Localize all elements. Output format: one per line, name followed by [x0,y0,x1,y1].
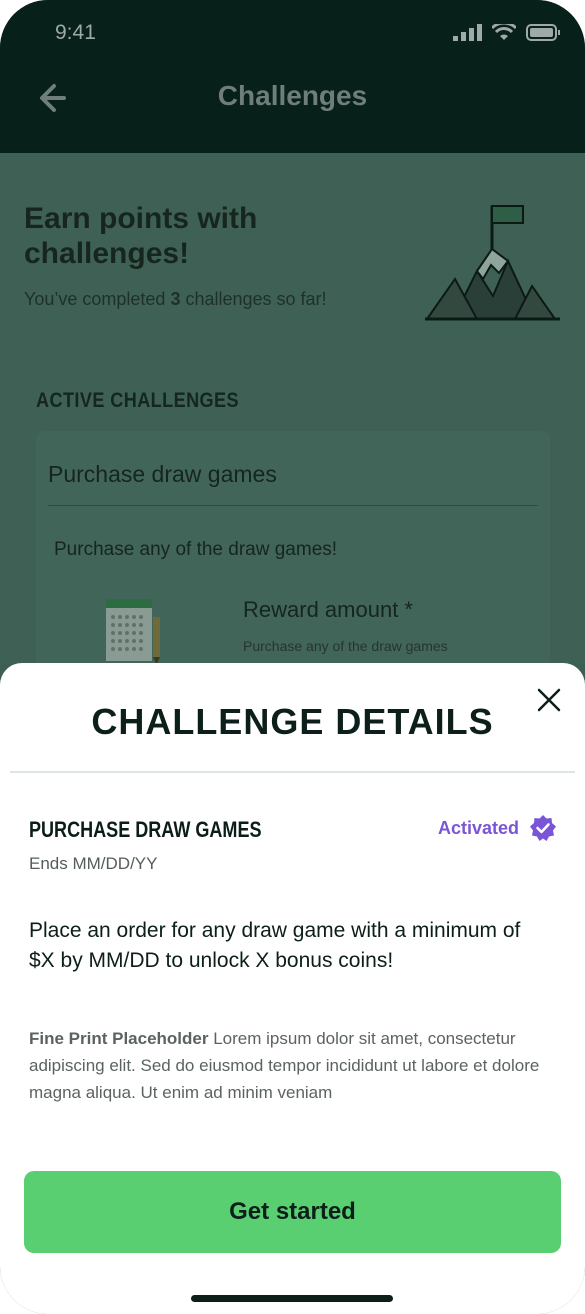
challenge-card-title: Purchase draw games [48,461,277,487]
fine-print-label: Fine Print Placeholder [29,1029,209,1048]
completed-count: 3 [170,289,181,309]
verified-badge-icon [530,815,556,841]
activated-status-label: Activated [437,817,519,838]
card-divider [48,505,538,506]
fine-print: Fine Print Placeholder Lorem ipsum dolor… [29,1025,554,1106]
challenge-card-description: Purchase any of the draw games! [54,539,338,560]
reward-amount-label: Reward amount * [243,597,413,622]
battery-icon [526,24,560,41]
completed-prefix: You’ve completed [24,289,171,309]
challenge-description: Place an order for any draw game with a … [29,919,521,972]
completed-suffix: challenges so far! [180,289,327,309]
status-time: 9:41 [55,21,96,44]
challenge-details-sheet: CHALLENGE DETAILS PURCHASE DRAW GAMES Ac… [0,663,585,1314]
completed-summary: You’ve completed 3 challenges so far! [24,289,327,310]
signal-icon [453,24,482,41]
page-title: Challenges [217,80,368,111]
sheet-title: CHALLENGE DETAILS [91,701,494,742]
draw-ticket-icon [106,599,160,665]
phone-screen: 9:41 Challenges Earn points with challen… [0,0,585,1314]
active-challenges-label: ACTIVE CHALLENGES [36,389,239,412]
sheet-divider [10,771,575,773]
challenge-end-date: Ends MM/DD/YY [29,854,158,873]
get-started-button[interactable]: Get started [24,1171,561,1253]
status-icons [453,24,561,41]
challenge-card[interactable]: Purchase draw games Purchase any of the … [36,431,550,691]
top-app-bar: 9:41 Challenges [0,0,585,153]
challenges-content: Earn points with challenges! You’ve comp… [0,153,585,691]
challenge-name: PURCHASE DRAW GAMES [29,817,262,842]
wifi-icon [492,24,516,40]
reward-amount-description: Purchase any of the draw games [243,638,448,654]
mountain-flag-illustration [425,205,560,321]
home-indicator[interactable] [191,1295,393,1302]
activated-status: Activated [438,814,557,842]
earn-heading: Earn points with challenges! [24,202,258,270]
